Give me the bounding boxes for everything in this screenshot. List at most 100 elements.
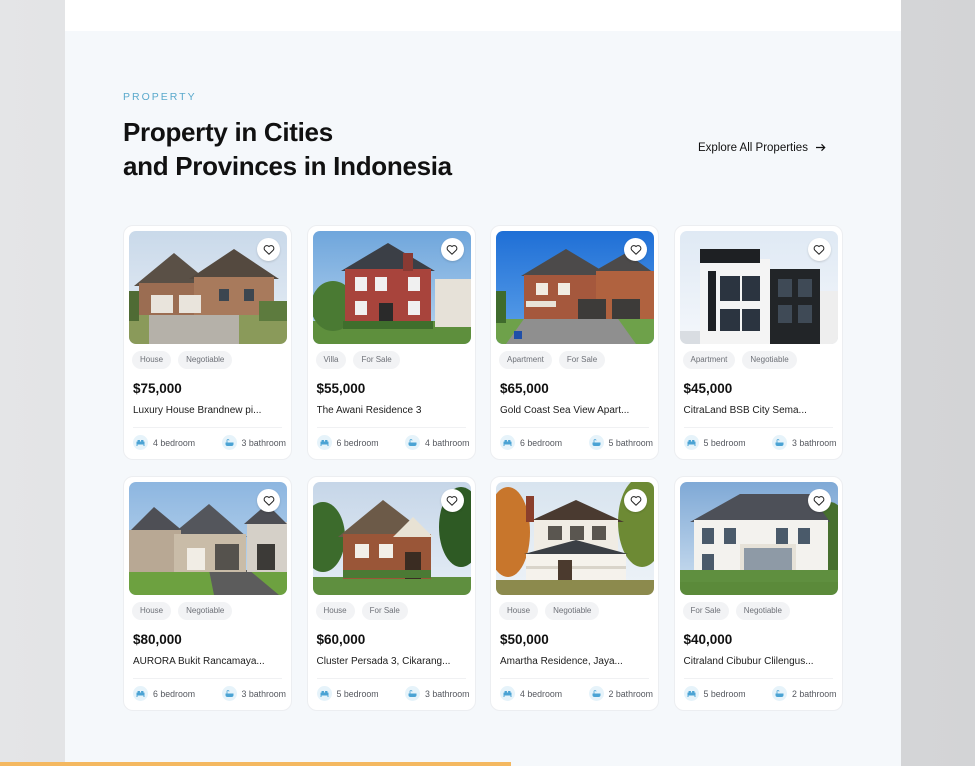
property-features: 4 bedroom 2 bathroom [496,686,653,701]
bed-icon [133,435,148,450]
header-strip [65,0,901,31]
property-price: $60,000 [316,632,366,647]
bathroom-label: 3 bathroom [241,688,287,699]
property-title[interactable]: AURORA Bukit Rancamaya... [133,656,283,667]
bed-icon [316,435,332,450]
property-tag: House [132,602,172,620]
heart-icon [446,495,458,506]
card-divider [500,427,649,428]
favorite-button[interactable] [440,489,464,512]
bedroom-label: 6 bedroom [153,688,196,699]
property-photo[interactable] [312,231,471,344]
bedroom-label: 4 bedroom [153,437,196,448]
bathroom-count: 2 bathroom [588,686,653,701]
property-card[interactable]: House Negotiable $75,000 Luxury House Br… [123,225,292,460]
property-title[interactable]: Amartha Residence, Jaya... [500,656,650,667]
bedroom-count: 4 bedroom [133,435,195,450]
heart-icon [263,495,275,506]
favorite-button[interactable] [624,489,647,512]
heading-line-1: Property in Cities [123,117,333,147]
property-tags: House For Sale [315,602,470,620]
property-title[interactable]: Luxury House Brandnew pi... [133,405,283,416]
bed-icon [133,686,148,701]
bathroom-count: 3 bathroom [405,686,470,701]
property-card[interactable]: House Negotiable $50,000 Amartha Residen… [490,476,659,711]
property-title[interactable]: CitraLand BSB City Sema... [684,405,834,416]
property-price: $40,000 [683,632,733,647]
property-title[interactable]: Citraland Cibubur Clilengus... [684,656,834,667]
property-photo[interactable] [496,482,654,595]
property-tag: Negotiable [178,351,233,369]
bathtub-icon [772,686,787,701]
property-card[interactable]: Apartment For Sale $65,000 Gold Coast Se… [490,225,659,460]
property-tag: For Sale [682,602,729,620]
heart-icon [813,244,825,255]
property-photo[interactable] [129,231,287,344]
card-divider [683,678,833,679]
property-card[interactable]: For Sale Negotiable $40,000 Citraland Ci… [673,476,843,711]
bedroom-label: 6 bedroom [520,437,563,448]
property-title[interactable]: Gold Coast Sea View Apart... [500,405,650,416]
property-features: 5 bedroom 2 bathroom [680,686,837,701]
section-eyebrow: PROPERTY [123,91,197,103]
property-title[interactable]: The Awani Residence 3 [317,405,467,416]
property-tag: Negotiable [742,351,797,369]
bathroom-label: 2 bathroom [792,688,837,699]
property-photo[interactable] [312,482,471,595]
bathtub-icon [221,435,237,450]
card-divider [683,427,833,428]
property-title[interactable]: Cluster Persada 3, Cikarang... [317,656,467,667]
property-card[interactable]: House Negotiable $80,000 AURORA Bukit Ra… [123,476,292,711]
bathtub-icon [588,686,604,701]
scroll-progress [0,762,975,766]
property-price: $50,000 [500,632,549,647]
property-tags: For Sale Negotiable [682,602,837,620]
property-photo[interactable] [679,482,838,595]
card-divider [133,427,282,428]
bathroom-count: 4 bathroom [405,435,470,450]
bathtub-icon [221,686,237,701]
bathtub-icon [772,435,787,450]
favorite-button[interactable] [807,238,831,261]
property-features: 6 bedroom 4 bathroom [313,435,470,450]
favorite-button[interactable] [807,489,831,512]
favorite-button[interactable] [257,238,280,261]
bedroom-count: 4 bedroom [500,686,562,701]
property-card[interactable]: House For Sale $60,000 Cluster Persada 3… [306,476,476,711]
bathroom-count: 3 bathroom [221,435,287,450]
favorite-button[interactable] [624,238,647,261]
bedroom-count: 5 bedroom [683,435,746,450]
property-photo[interactable] [679,231,838,344]
property-tag: Negotiable [545,602,600,620]
explore-all-link[interactable]: Explore All Properties [698,141,826,155]
property-price: $45,000 [683,381,733,396]
bathroom-count: 2 bathroom [772,686,837,701]
arrow-right-icon [815,141,826,155]
property-photo[interactable] [496,231,654,344]
favorite-button[interactable] [257,489,280,512]
property-tag: For Sale [353,351,400,369]
property-card[interactable]: Villa For Sale $55,000 The Awani Residen… [306,225,476,460]
property-photo[interactable] [129,482,287,595]
card-divider [316,678,466,679]
property-tag: For Sale [558,351,606,369]
property-tag: Negotiable [735,602,790,620]
bathroom-label: 3 bathroom [241,437,287,448]
heading-line-2: and Provinces in Indonesia [123,151,452,181]
bedroom-label: 4 bedroom [520,688,563,699]
property-features: 5 bedroom 3 bathroom [680,435,837,450]
property-tag: House [132,351,172,369]
property-grid: House Negotiable $75,000 Luxury House Br… [123,225,843,711]
bedroom-label: 5 bedroom [703,688,746,699]
property-tag: House [499,602,539,620]
property-tags: House Negotiable [132,351,286,369]
bed-icon [683,435,699,450]
bedroom-count: 6 bedroom [316,435,379,450]
bed-icon [500,686,515,701]
property-tags: House Negotiable [132,602,286,620]
property-features: 6 bedroom 3 bathroom [129,686,286,701]
favorite-button[interactable] [440,238,464,261]
property-card[interactable]: Apartment Negotiable $45,000 CitraLand B… [673,225,843,460]
card-divider [133,678,282,679]
heart-icon [446,244,458,255]
